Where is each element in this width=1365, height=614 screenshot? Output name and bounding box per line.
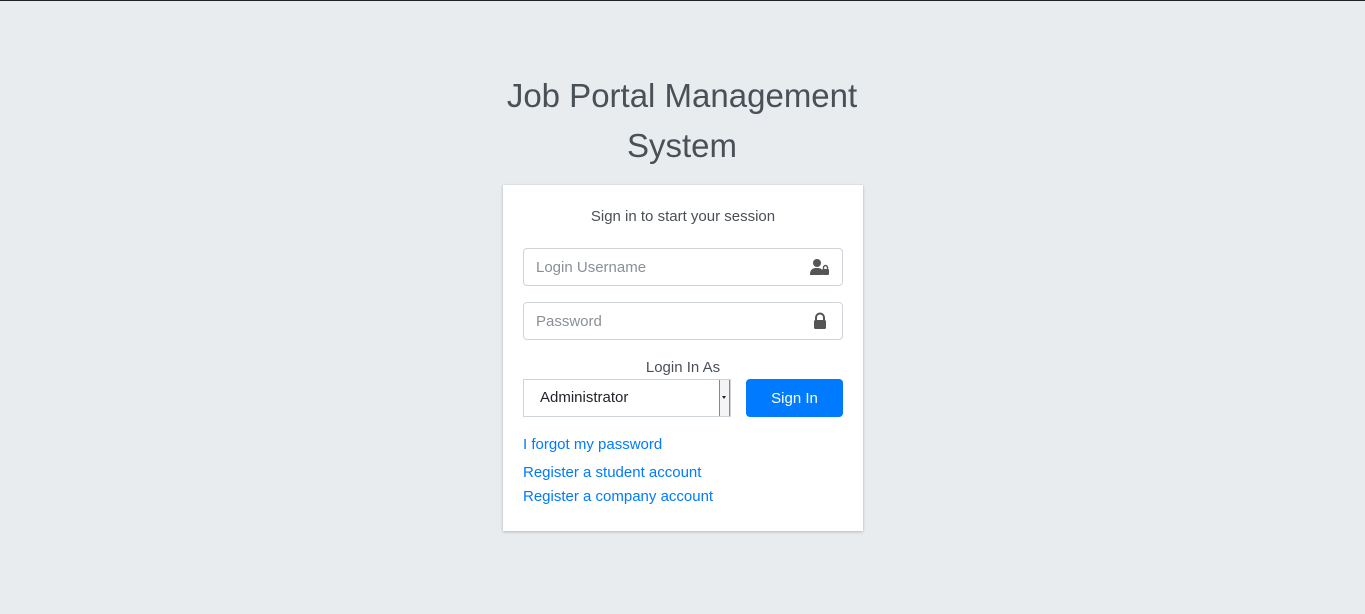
auth-links: I forgot my password Register a student …	[523, 435, 843, 507]
password-field-group	[523, 302, 843, 340]
role-select[interactable]: Administrator	[523, 379, 731, 417]
register-student-link[interactable]: Register a student account	[523, 463, 843, 483]
lock-icon	[810, 312, 830, 330]
password-input[interactable]	[524, 303, 818, 339]
forgot-password-link[interactable]: I forgot my password	[523, 435, 843, 455]
chevron-down-icon[interactable]	[719, 380, 730, 416]
login-card: Sign in to start your session Login In A…	[503, 185, 863, 531]
login-message: Sign in to start your session	[590, 208, 776, 225]
register-company-link[interactable]: Register a company account	[523, 487, 843, 507]
role-select-value: Administrator	[540, 389, 629, 406]
sign-in-button[interactable]: Sign In	[746, 379, 843, 417]
role-row: Administrator Sign In	[523, 379, 843, 417]
page-title: Job Portal Management System	[506, 77, 858, 164]
user-lock-icon	[810, 258, 830, 276]
username-field-group	[523, 248, 843, 286]
login-as-label: Login In As	[645, 359, 721, 376]
username-input[interactable]	[524, 249, 818, 285]
